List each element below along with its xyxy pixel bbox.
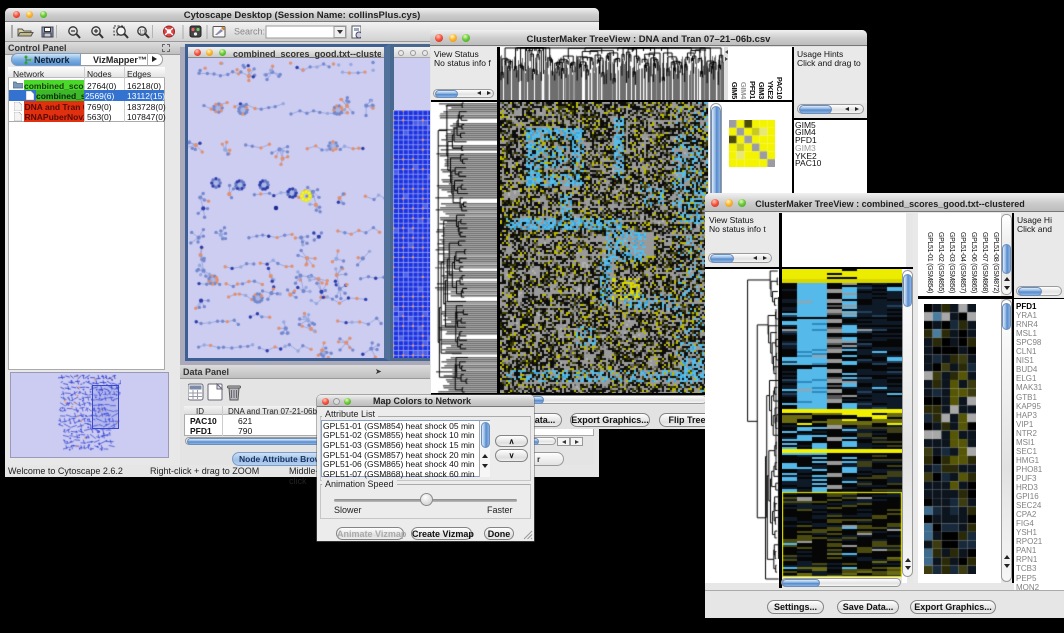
- svg-text:Search:: Search:: [234, 27, 265, 37]
- svg-text:1:1: 1:1: [139, 30, 146, 36]
